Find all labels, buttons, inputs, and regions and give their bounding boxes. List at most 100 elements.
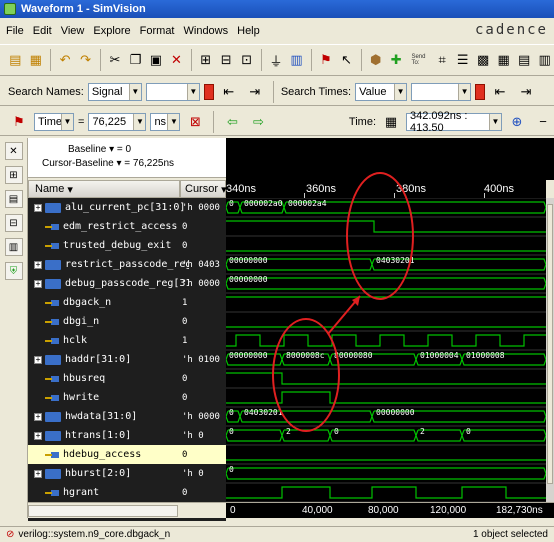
- search-times-mode-value: Value: [359, 85, 387, 98]
- expand-bus-icon[interactable]: +: [34, 431, 42, 440]
- send-schematic-icon[interactable]: ▩: [474, 49, 493, 71]
- signal-row[interactable]: + hwdata[31:0] 'h 0000: [28, 407, 226, 426]
- signal-cursor-value: 'h 0000: [182, 411, 220, 422]
- cursor-flag-icon[interactable]: ⚑: [8, 111, 30, 133]
- expand-bus-icon[interactable]: +: [34, 355, 42, 364]
- cursor-time-input[interactable]: 76,225 ▼: [88, 112, 147, 131]
- chevron-down-icon: ▼: [489, 113, 501, 130]
- search-time-prev-icon[interactable]: ⇤: [489, 81, 511, 103]
- search-names-go-button[interactable]: [203, 83, 214, 100]
- signal-name: restrict_passcode_reg[31:0]: [65, 259, 189, 270]
- expand-bus-icon[interactable]: +: [34, 260, 42, 269]
- vertical-scrollbar[interactable]: [546, 198, 554, 502]
- search-next-icon[interactable]: ⇥: [244, 81, 266, 103]
- signal-row[interactable]: dbgi_n 0: [28, 312, 226, 331]
- chevron-down-icon: ▼: [394, 83, 407, 100]
- signal-row[interactable]: + hburst[2:0] 'h 0: [28, 464, 226, 483]
- menu-file[interactable]: File: [6, 25, 24, 37]
- search-names-mode-select[interactable]: Signal ▼: [87, 82, 142, 101]
- baseline-value[interactable]: Baseline ▾ = 0: [68, 144, 131, 155]
- cursor-baseline-value[interactable]: Cursor-Baseline ▾ = 76,225ns: [42, 158, 174, 169]
- signal-row[interactable]: hbusreq 0: [28, 369, 226, 388]
- shield-icon[interactable]: ⛨: [4, 262, 23, 280]
- package-icon[interactable]: ⬢: [366, 49, 385, 71]
- time-range-icon[interactable]: ▦: [380, 111, 402, 133]
- signal-row[interactable]: + haddr[31:0] 'h 0100: [28, 350, 226, 369]
- expand-bus-icon[interactable]: +: [34, 412, 42, 421]
- ruler-icon[interactable]: ⊡: [237, 49, 256, 71]
- signal-row[interactable]: edm_restrict_access 0: [28, 217, 226, 236]
- close-panel-icon[interactable]: ✕: [4, 142, 23, 160]
- expand-bus-icon[interactable]: +: [34, 469, 42, 478]
- signal-row[interactable]: + restrict_passcode_reg[31:0]'h 0403: [28, 255, 226, 274]
- signal-row[interactable]: hgrant 0: [28, 483, 226, 502]
- search-time-next-icon[interactable]: ⇥: [515, 81, 537, 103]
- menu-windows[interactable]: Windows: [184, 25, 229, 37]
- search-prev-icon[interactable]: ⇤: [218, 81, 240, 103]
- signal-row[interactable]: hclk 1: [28, 331, 226, 350]
- filter-icon[interactable]: ⏚: [267, 49, 286, 71]
- save-icon[interactable]: ▦: [27, 49, 46, 71]
- add-icon[interactable]: ✚: [387, 49, 406, 71]
- send-register-icon[interactable]: ▦: [494, 49, 513, 71]
- signal-row[interactable]: dbgack_n 1: [28, 293, 226, 312]
- menu-edit[interactable]: Edit: [33, 25, 52, 37]
- cursor-column-header[interactable]: Cursor ▾: [180, 180, 227, 198]
- horizontal-scrollbar[interactable]: [28, 505, 178, 517]
- send-source-icon[interactable]: ☰: [453, 49, 472, 71]
- search-times-input[interactable]: ▼: [411, 82, 472, 101]
- search-times-mode-select[interactable]: Value ▼: [355, 82, 408, 101]
- app-icon: [4, 3, 16, 15]
- search-times-go-button[interactable]: [475, 83, 486, 100]
- next-edge-icon[interactable]: ⇨: [247, 111, 269, 133]
- redo-icon[interactable]: ↷: [76, 49, 95, 71]
- menu-help[interactable]: Help: [237, 25, 260, 37]
- delete-icon[interactable]: ✕: [167, 49, 186, 71]
- signal-row[interactable]: + alu_current_pc[31:0]'h 0000: [28, 198, 226, 217]
- zoom-out-icon[interactable]: −: [532, 111, 554, 133]
- time-range-input[interactable]: 342.092ns : 413.50 ▼: [406, 110, 502, 134]
- name-column-label: Name: [35, 183, 65, 195]
- chevron-down-icon: ▼: [128, 83, 141, 100]
- copy-icon[interactable]: ❐: [126, 49, 145, 71]
- menu-explore[interactable]: Explore: [93, 25, 130, 37]
- menu-view[interactable]: View: [61, 25, 85, 37]
- bus-signal-icon: [45, 430, 61, 441]
- signal-row[interactable]: hwrite 0: [28, 388, 226, 407]
- signal-row[interactable]: trusted_debug_exit 0: [28, 236, 226, 255]
- signal-name: edm_restrict_access: [63, 221, 178, 232]
- undo-icon[interactable]: ↶: [56, 49, 75, 71]
- send-list-icon[interactable]: ▥: [535, 49, 554, 71]
- signal-cursor-value: 1: [182, 297, 188, 308]
- marker-icon[interactable]: ⚑: [317, 49, 336, 71]
- pointer-icon[interactable]: ↖: [337, 49, 356, 71]
- cursor-select[interactable]: TimeA ▼: [34, 112, 74, 131]
- menu-format[interactable]: Format: [140, 25, 175, 37]
- prev-edge-icon[interactable]: ⇦: [221, 111, 243, 133]
- display-icon[interactable]: ▥: [287, 49, 306, 71]
- signal-row[interactable]: hdebug_access 0: [28, 445, 226, 464]
- scrollbar-thumb[interactable]: [547, 204, 553, 484]
- signal-row[interactable]: + htrans[1:0] 'h 0: [28, 426, 226, 445]
- group-icon[interactable]: ▤: [4, 190, 23, 208]
- zoom-fit-icon[interactable]: ⊞: [196, 49, 215, 71]
- bus-icon[interactable]: ▥: [4, 238, 23, 256]
- cursor-time-value: 76,225: [92, 115, 127, 128]
- zoom-in-icon[interactable]: ⊕: [506, 111, 528, 133]
- time-unit-select[interactable]: ns ▼: [150, 112, 181, 131]
- search-names-input[interactable]: ▼: [145, 82, 200, 101]
- send-memory-icon[interactable]: ▤: [515, 49, 534, 71]
- expand-bus-icon[interactable]: +: [34, 203, 42, 212]
- signal-browser-icon[interactable]: ⊞: [4, 166, 23, 184]
- open-icon[interactable]: ▤: [6, 49, 25, 71]
- paste-icon[interactable]: ▣: [147, 49, 166, 71]
- send-waveform-icon[interactable]: ⌗: [433, 49, 452, 71]
- name-column-header[interactable]: Name ▾: [28, 180, 180, 198]
- expand-icon[interactable]: ⊟: [4, 214, 23, 232]
- marker-options-icon[interactable]: ⊠: [184, 111, 206, 133]
- cut-icon[interactable]: ✂: [106, 49, 125, 71]
- zoom-area-icon[interactable]: ⊟: [217, 49, 236, 71]
- signal-row[interactable]: + debug_passcode_reg[31:0]'h 0000: [28, 274, 226, 293]
- expand-bus-icon[interactable]: +: [34, 279, 42, 288]
- overview-ruler[interactable]: 0 40,000 80,000 120,000 182,730ns: [226, 503, 554, 518]
